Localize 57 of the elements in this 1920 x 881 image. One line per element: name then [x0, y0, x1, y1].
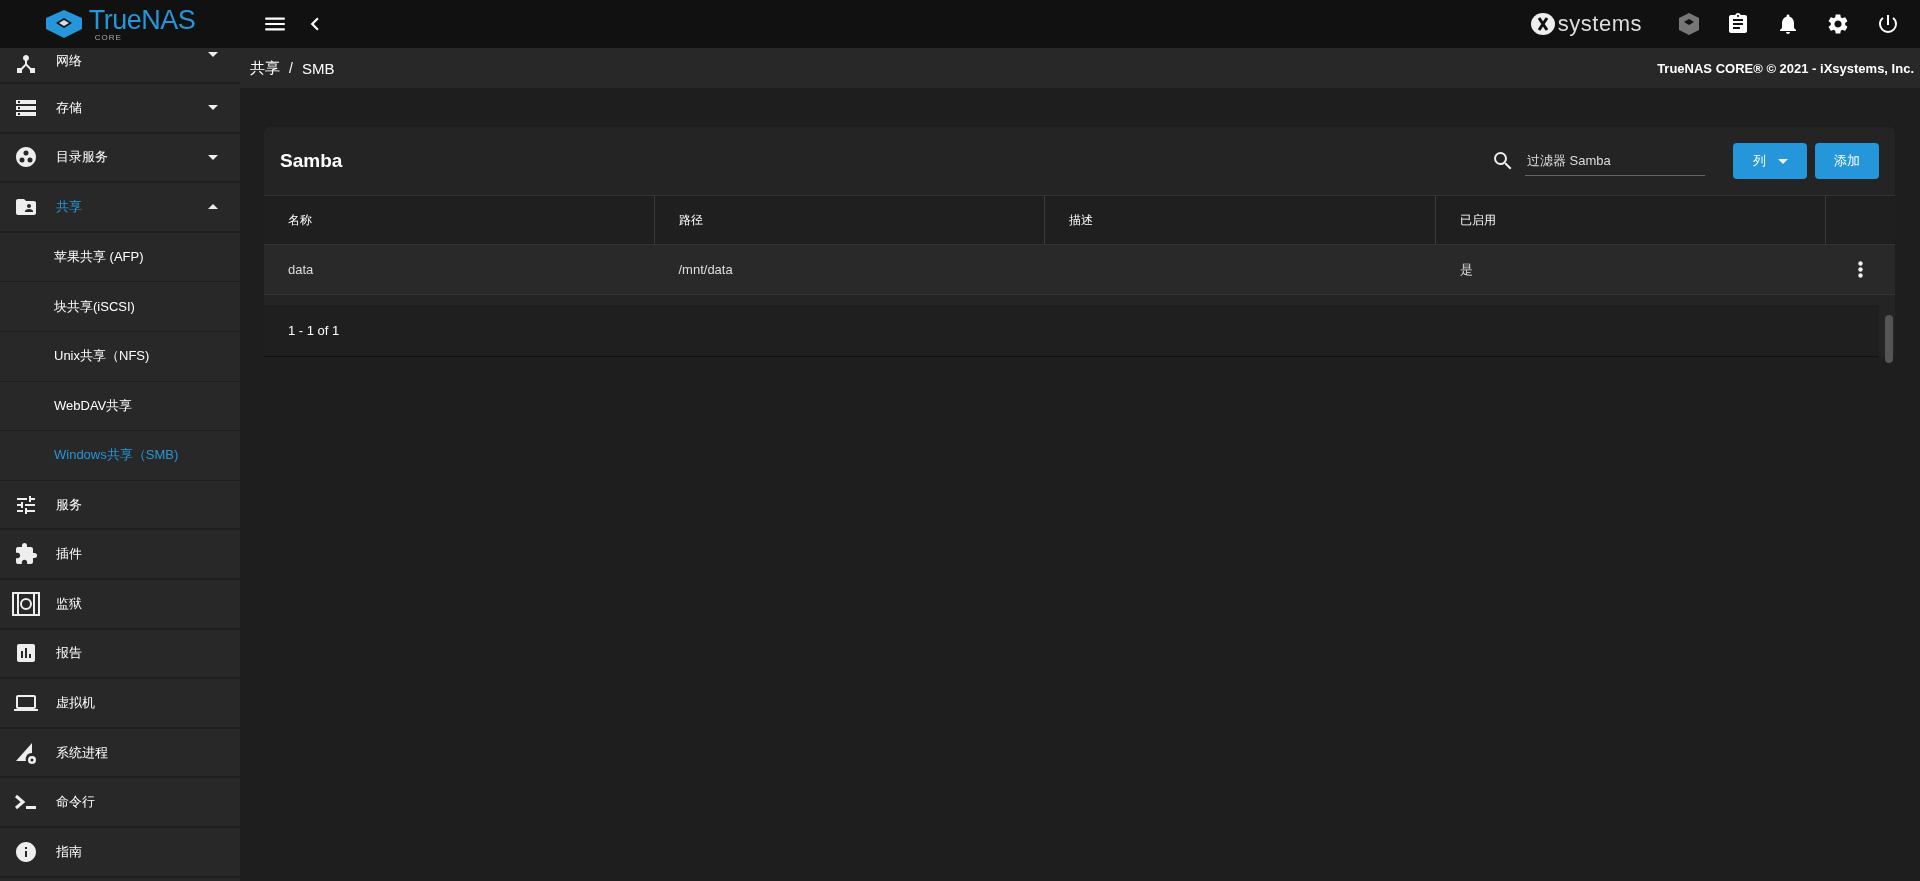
breadcrumb-item[interactable]: 共享	[250, 58, 280, 78]
sidebar-subitem[interactable]: WebDAV共享	[0, 381, 240, 432]
sidebar-subitem[interactable]: Windows共享（SMB)	[0, 431, 240, 481]
vendor-logo-icon	[1529, 12, 1556, 36]
sidebar-item[interactable]: 监狱	[0, 579, 240, 630]
sidebar-subitem[interactable]: 块共享(iSCSI)	[0, 282, 240, 332]
cube-icon	[1678, 12, 1700, 36]
caret-down-icon	[208, 105, 218, 111]
puzzle-icon	[14, 542, 38, 567]
column-header[interactable]: 路径	[654, 196, 1045, 245]
brand-subtitle: CORE	[94, 33, 122, 42]
breadcrumb-item: SMB	[301, 59, 335, 77]
jail-icon	[12, 591, 40, 616]
clipboard-icon	[1726, 12, 1750, 36]
settings-button[interactable]	[1826, 12, 1850, 36]
sidebar-item[interactable]: 系统进程	[0, 728, 240, 779]
column-header[interactable]: 描述	[1045, 196, 1436, 245]
sidebar-subitem[interactable]: Unix共享（NFS)	[0, 331, 240, 382]
clipboard-button[interactable]	[1726, 12, 1750, 36]
sidebar-item[interactable]: 虚拟机	[0, 679, 240, 729]
pagination-text: 1 - 1 of 1	[288, 323, 340, 338]
circle-dots-icon	[14, 145, 38, 170]
column-header[interactable]: 已启用	[1435, 196, 1826, 245]
breadcrumb-separator: /	[289, 60, 293, 76]
sidebar-item[interactable]: 指南	[0, 827, 240, 878]
filter-field[interactable]: 过滤器 Samba	[1525, 146, 1705, 176]
caret-down-icon	[208, 154, 218, 160]
table-cell: /mnt/data	[654, 245, 1045, 295]
copyright-text: TrueNAS CORE® © 2021 - iXsystems, Inc.	[1657, 60, 1914, 76]
scrollbar-thumb	[1885, 315, 1893, 363]
power-icon	[1876, 12, 1900, 36]
sidebar-item[interactable]: 服务	[0, 480, 240, 531]
caret-up-icon	[208, 204, 218, 210]
sidebar-item[interactable]: 命令行	[0, 778, 240, 828]
info-icon	[14, 839, 38, 864]
cube-logo-icon	[44, 9, 83, 39]
table-cell: data	[264, 245, 655, 295]
vendor-name: systems	[1557, 11, 1642, 37]
card-title: Samba	[280, 150, 344, 172]
column-header[interactable]: 名称	[264, 196, 655, 245]
sidebar-item[interactable]: 存储	[0, 84, 240, 134]
more-options-button[interactable]	[1858, 261, 1863, 278]
brand-name: TrueNAS	[88, 6, 196, 34]
sidebar-item[interactable]: 插件	[0, 530, 240, 580]
more-vertical-icon	[1858, 261, 1863, 278]
caret-down-icon	[208, 52, 218, 57]
caret-down-icon	[1777, 158, 1788, 164]
terminal-icon	[14, 794, 38, 811]
power-button[interactable]	[1876, 12, 1900, 36]
sidebar-subitem[interactable]: 苹果共享 (AFP)	[0, 232, 240, 283]
table-cell: 是	[1435, 245, 1826, 295]
network-hub-icon	[14, 52, 38, 76]
settings-icon	[1826, 12, 1850, 36]
sidebar-item[interactable]: 目录服务	[0, 133, 240, 184]
layers-logo-button[interactable]	[1678, 12, 1700, 36]
sidebar-item[interactable]: 共享	[0, 183, 240, 233]
sidebar-item[interactable]: 报告	[0, 629, 240, 680]
